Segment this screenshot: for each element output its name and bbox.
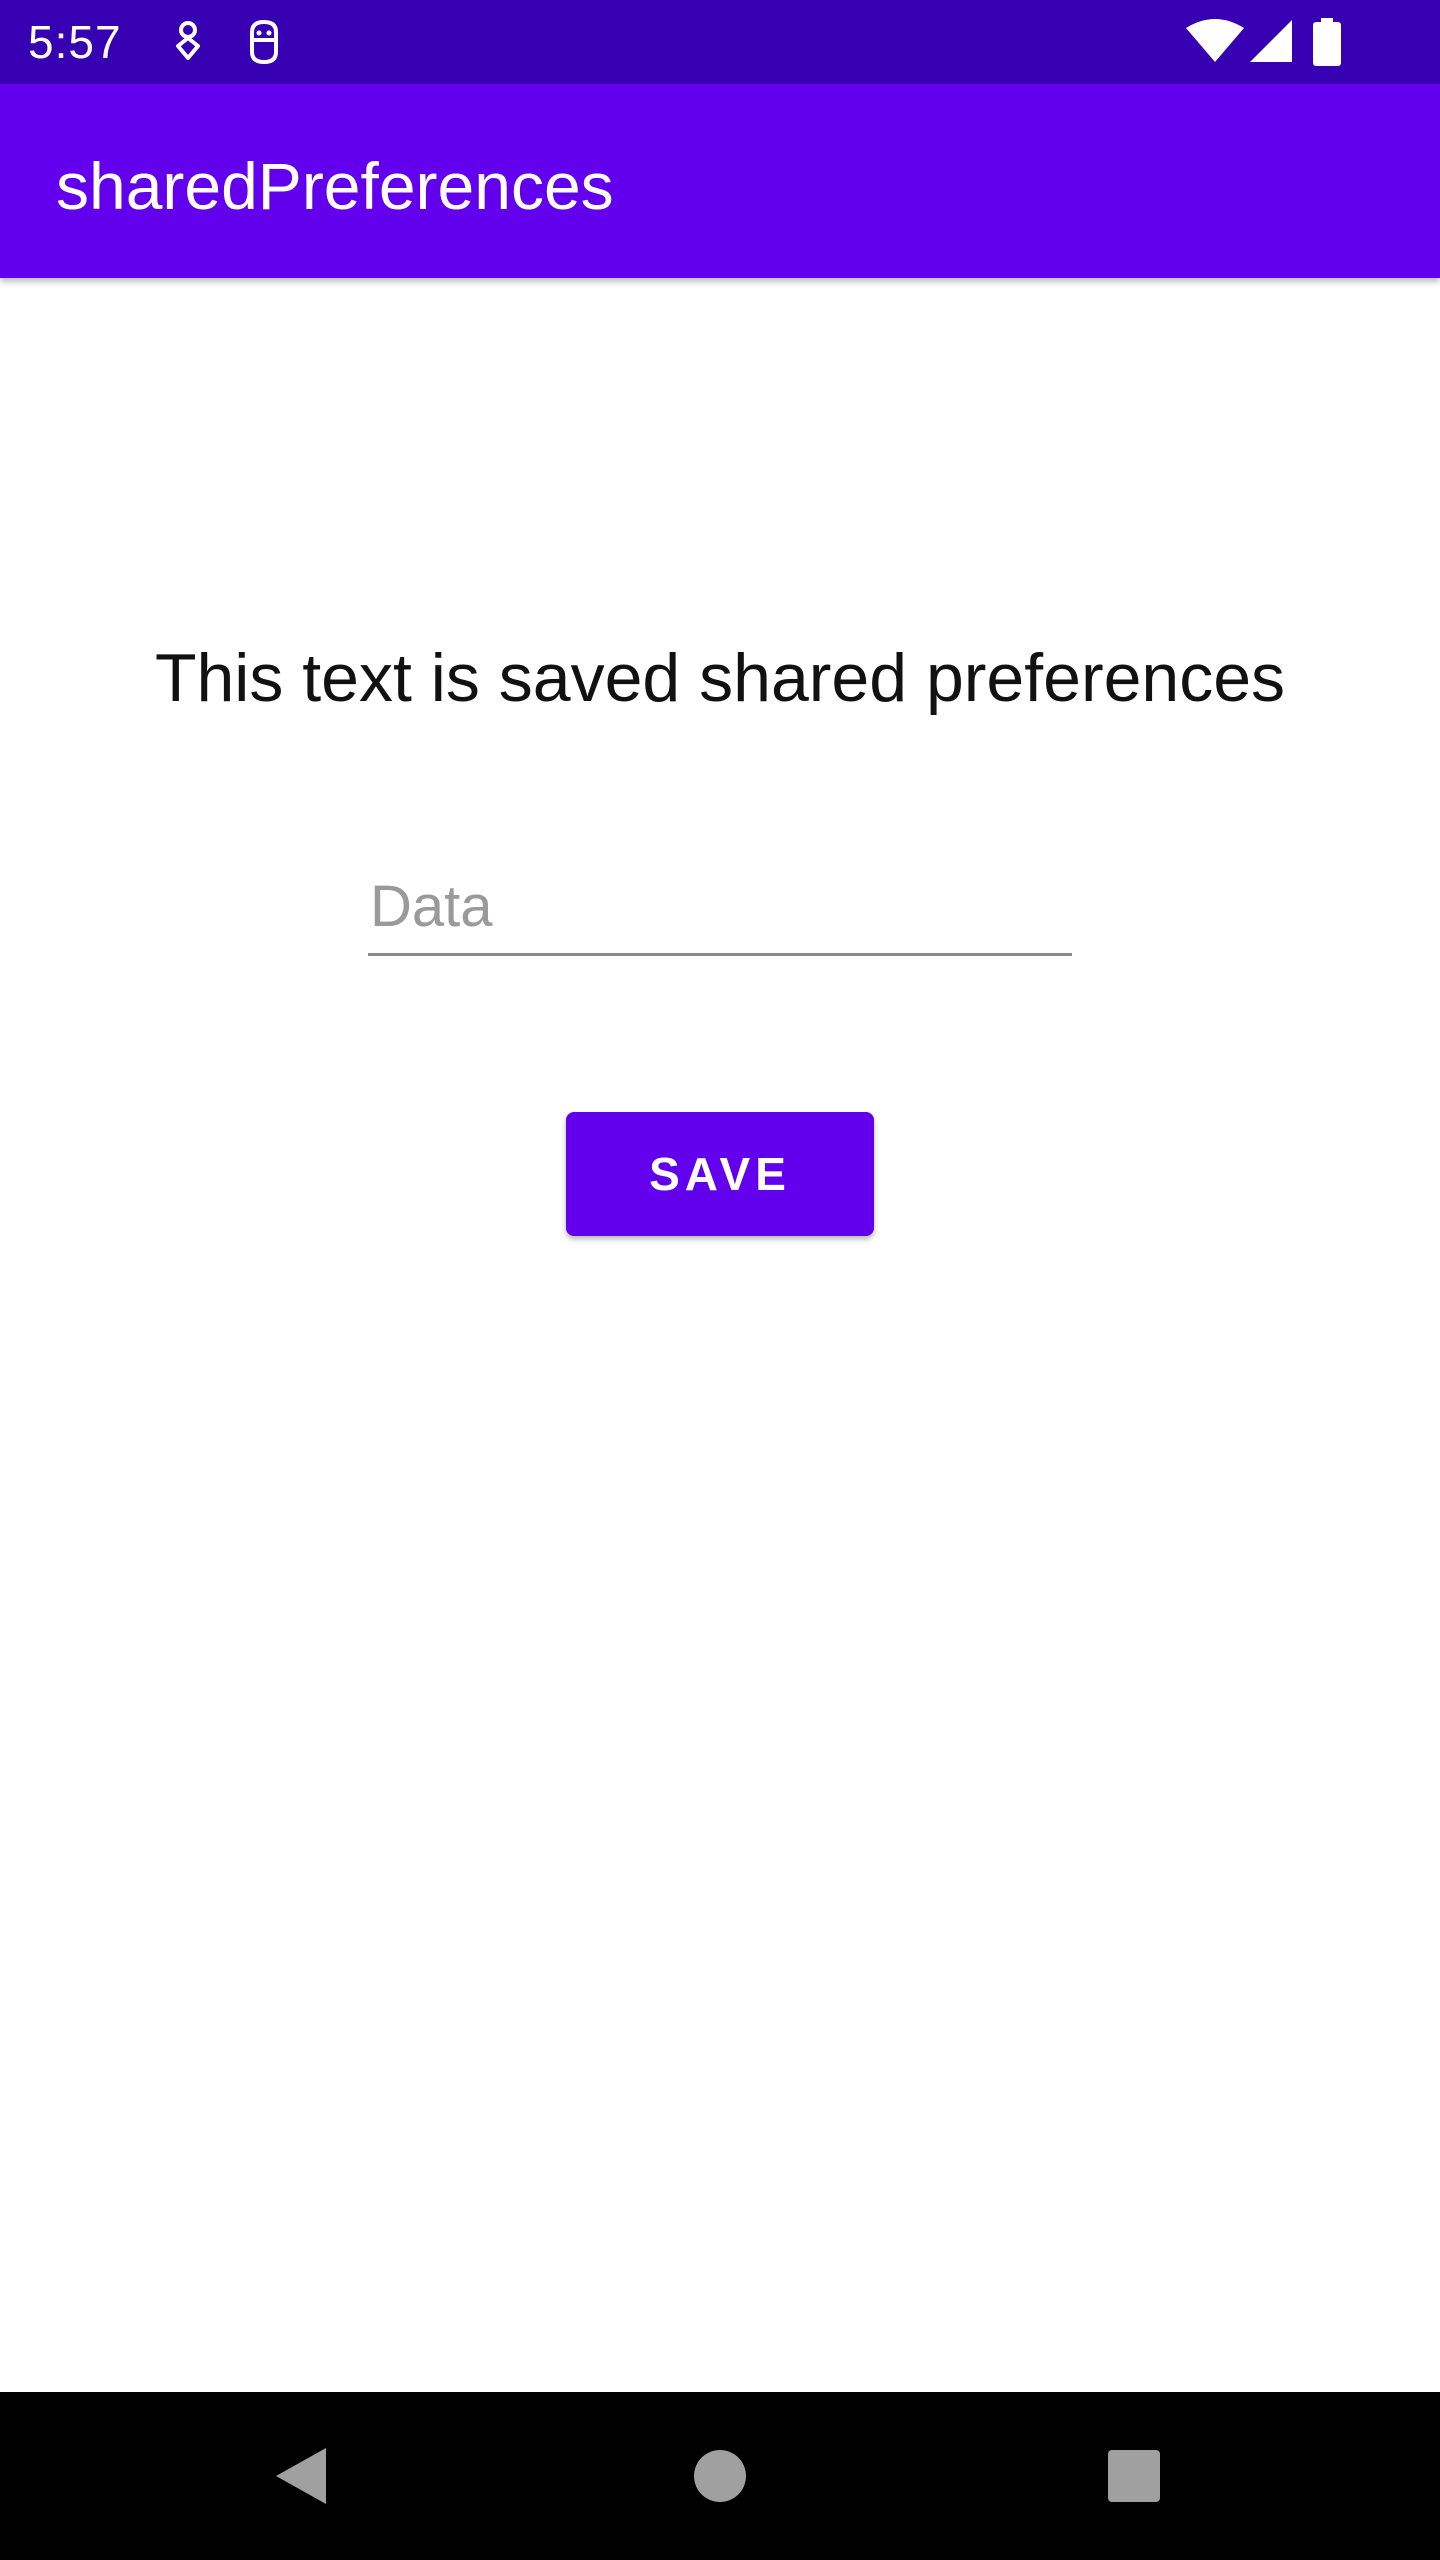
wifi-icon <box>1186 19 1244 62</box>
back-icon <box>276 2448 326 2504</box>
android-debug-icon <box>250 19 278 65</box>
data-input[interactable] <box>368 860 1072 956</box>
save-button[interactable]: SAVE <box>566 1112 874 1236</box>
location-pin-icon <box>176 21 200 60</box>
recents-icon <box>1108 2450 1160 2502</box>
recents-button[interactable] <box>1084 2426 1184 2526</box>
home-button[interactable] <box>670 2426 770 2526</box>
navigation-bar <box>0 2392 1440 2560</box>
app-title: sharedPreferences <box>56 149 614 223</box>
battery-icon <box>1313 18 1341 66</box>
cell-signal-icon <box>1250 20 1292 62</box>
saved-preferences-label: This text is saved shared preferences <box>154 640 1286 716</box>
back-button[interactable] <box>250 2426 350 2526</box>
status-bar: 5:57 <box>0 0 1440 84</box>
app-bar: sharedPreferences <box>0 84 1440 278</box>
status-time: 5:57 <box>28 16 122 68</box>
home-icon <box>694 2450 746 2502</box>
